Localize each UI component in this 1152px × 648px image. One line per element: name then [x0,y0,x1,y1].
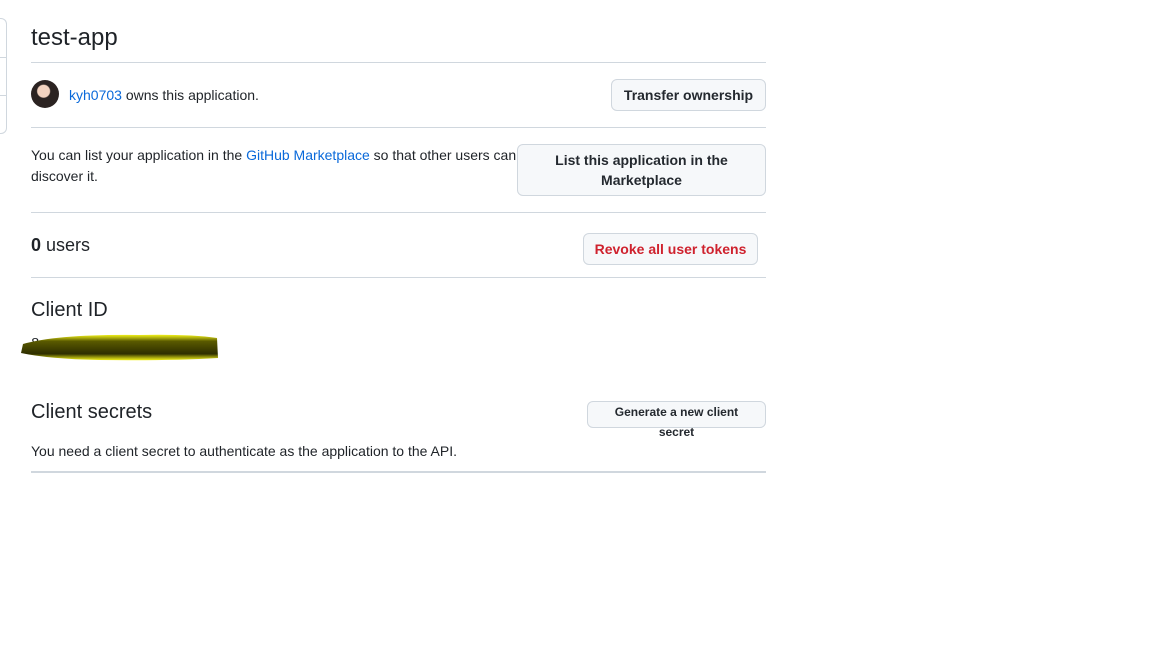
divider [31,471,766,473]
marketplace-description: You can list your application in the Git… [31,145,521,187]
github-marketplace-link[interactable]: GitHub Marketplace [246,147,370,163]
divider [31,127,766,128]
owner-username-link[interactable]: kyh0703 [69,87,122,103]
owner-text: kyh0703 owns this application. [69,86,259,104]
client-secrets-description: You need a client secret to authenticate… [31,443,458,459]
generate-client-secret-button[interactable]: Generate a new client secret [587,401,766,439]
divider [31,212,766,213]
sidebar-divider [0,57,6,58]
users-count-heading: 0 users [31,233,90,257]
transfer-ownership-button[interactable]: Transfer ownership [611,79,766,111]
client-secrets-heading: Client secrets [31,401,153,423]
revoke-all-user-tokens-button[interactable]: Revoke all user tokens [583,233,758,265]
users-label: users [41,235,91,255]
marketplace-text-before: You can list your application in the [31,147,247,163]
owner-row: kyh0703 owns this application. Transfer … [31,79,766,111]
sidebar-nav-edge [0,18,7,134]
owner-suffix: owns this application. [121,87,259,103]
list-in-marketplace-label-line2: Marketplace [601,172,682,188]
page-title: test-app [31,24,118,51]
list-in-marketplace-button[interactable]: List this application in the Marketplace [517,144,766,196]
avatar[interactable] [31,80,59,108]
redaction-scribble [21,334,218,361]
users-count: 0 [31,235,42,255]
client-id-heading: Client ID [31,299,108,321]
sidebar-divider [0,95,6,96]
divider [31,62,766,63]
divider [31,277,766,278]
list-in-marketplace-label-line1: List this application in the [555,152,728,168]
